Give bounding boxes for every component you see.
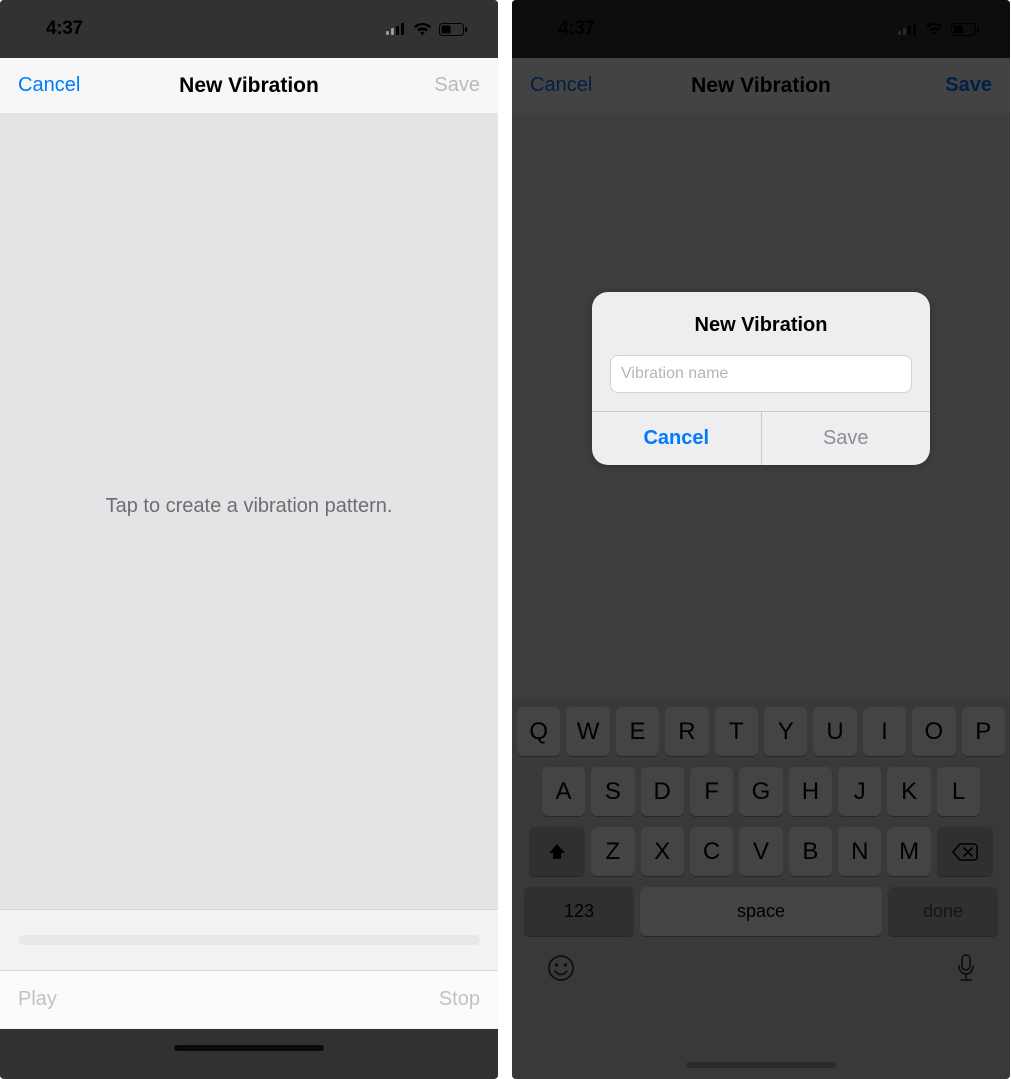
battery-icon <box>951 23 980 36</box>
key-y[interactable]: Y <box>764 707 807 756</box>
key-t[interactable]: T <box>715 707 758 756</box>
key-f[interactable]: F <box>690 767 733 816</box>
dictation-icon[interactable] <box>956 953 976 983</box>
key-b[interactable]: B <box>789 827 832 876</box>
key-n[interactable]: N <box>838 827 881 876</box>
key-shift[interactable] <box>529 827 585 876</box>
save-button[interactable]: Save <box>434 74 480 97</box>
status-bar: 4:37 <box>0 0 498 58</box>
key-numbers[interactable]: 123 <box>524 887 634 936</box>
vibration-name-input[interactable] <box>610 355 912 393</box>
new-vibration-alert: New Vibration Cancel Save <box>592 292 930 465</box>
key-w[interactable]: W <box>566 707 609 756</box>
wave-track <box>18 935 480 945</box>
home-indicator[interactable] <box>174 1045 324 1051</box>
vibration-canvas[interactable]: Tap to create a vibration pattern. <box>0 114 498 909</box>
key-d[interactable]: D <box>641 767 684 816</box>
phone-right: 4:37 Cancel New Vibration Save QWER <box>512 0 1010 1079</box>
key-done[interactable]: done <box>888 887 998 936</box>
key-u[interactable]: U <box>813 707 856 756</box>
stop-button[interactable]: Stop <box>439 988 480 1011</box>
alert-title: New Vibration <box>592 292 930 337</box>
status-time: 4:37 <box>558 18 595 40</box>
save-button[interactable]: Save <box>945 74 992 97</box>
emoji-icon[interactable] <box>546 953 576 983</box>
status-indicators <box>898 23 980 36</box>
alert-cancel-button[interactable]: Cancel <box>592 412 762 465</box>
key-l[interactable]: L <box>937 767 980 816</box>
playback-controls: Play Stop <box>0 971 498 1029</box>
key-space[interactable]: space <box>640 887 882 936</box>
home-indicator-area <box>0 1029 498 1078</box>
key-v[interactable]: V <box>739 827 782 876</box>
key-i[interactable]: I <box>863 707 906 756</box>
key-backspace[interactable] <box>937 827 993 876</box>
keyboard: QWERTYUIOP ASDFGHJKL ZXCVBNM 123 space d… <box>512 697 1010 1079</box>
phone-left: 4:37 Cancel New Vibration Save Tap to cr… <box>0 0 498 1079</box>
status-time: 4:37 <box>46 18 83 40</box>
key-c[interactable]: C <box>690 827 733 876</box>
keyboard-row-3: ZXCVBNM <box>518 827 1004 876</box>
key-s[interactable]: S <box>591 767 634 816</box>
cellular-icon <box>898 23 918 35</box>
keyboard-row-2: ASDFGHJKL <box>518 767 1004 816</box>
home-indicator[interactable] <box>686 1062 836 1068</box>
key-h[interactable]: H <box>789 767 832 816</box>
status-bar: 4:37 <box>512 0 1010 58</box>
key-r[interactable]: R <box>665 707 708 756</box>
wave-panel <box>0 909 498 971</box>
cancel-button[interactable]: Cancel <box>530 74 592 97</box>
key-z[interactable]: Z <box>591 827 634 876</box>
key-m[interactable]: M <box>887 827 930 876</box>
canvas-hint: Tap to create a vibration pattern. <box>106 495 393 518</box>
key-o[interactable]: O <box>912 707 955 756</box>
cancel-button[interactable]: Cancel <box>18 74 80 97</box>
keyboard-row-1: QWERTYUIOP <box>518 707 1004 756</box>
keyboard-footer <box>512 936 1010 1006</box>
key-q[interactable]: Q <box>517 707 560 756</box>
key-a[interactable]: A <box>542 767 585 816</box>
key-x[interactable]: X <box>641 827 684 876</box>
wifi-icon <box>925 23 944 36</box>
nav-bar: Cancel New Vibration Save <box>512 58 1010 114</box>
key-k[interactable]: K <box>887 767 930 816</box>
status-indicators <box>386 23 468 36</box>
play-button[interactable]: Play <box>18 988 57 1011</box>
wifi-icon <box>413 23 432 36</box>
nav-bar: Cancel New Vibration Save <box>0 58 498 114</box>
battery-icon <box>439 23 468 36</box>
key-p[interactable]: P <box>962 707 1005 756</box>
alert-save-button[interactable]: Save <box>762 412 931 465</box>
key-g[interactable]: G <box>739 767 782 816</box>
key-e[interactable]: E <box>616 707 659 756</box>
key-j[interactable]: J <box>838 767 881 816</box>
cellular-icon <box>386 23 406 35</box>
